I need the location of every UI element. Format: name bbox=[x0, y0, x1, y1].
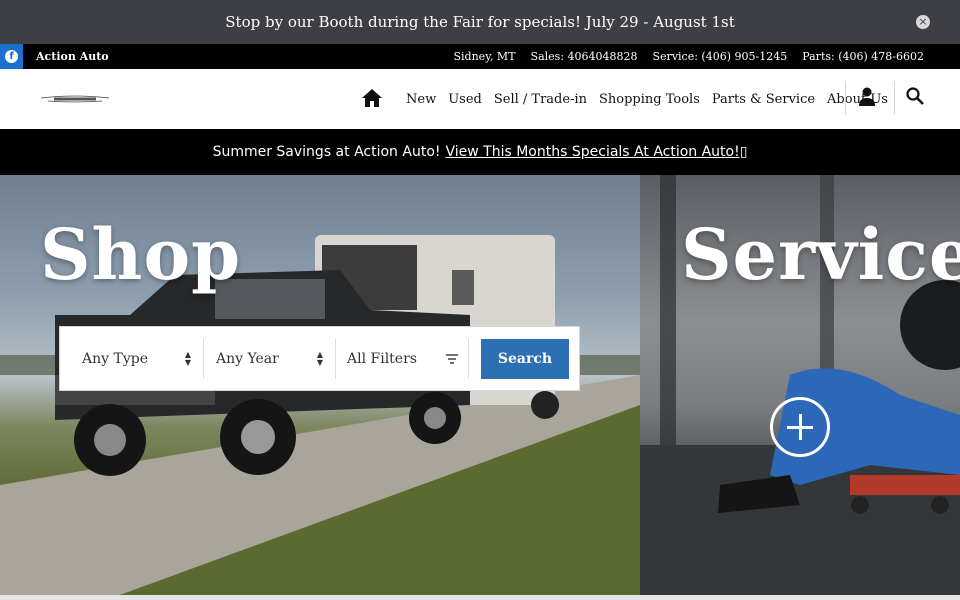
nav-links: New Used Sell / Trade-in Shopping Tools … bbox=[406, 69, 900, 129]
sales-phone[interactable]: Sales: 4064048828 bbox=[531, 50, 638, 63]
facebook-link[interactable]: f bbox=[0, 44, 23, 69]
bottom-strip bbox=[0, 595, 960, 600]
main-nav: New Used Sell / Trade-in Shopping Tools … bbox=[0, 69, 960, 129]
chevron-updown-icon: ▲ ▼ bbox=[316, 349, 323, 367]
user-icon[interactable] bbox=[858, 87, 876, 107]
chrysler-logo[interactable] bbox=[40, 95, 110, 103]
nav-new[interactable]: New bbox=[406, 92, 436, 107]
promo-bar: Summer Savings at Action Auto! View This… bbox=[0, 129, 960, 175]
nav-used[interactable]: Used bbox=[448, 92, 482, 107]
filter-icon bbox=[446, 353, 458, 364]
close-icon[interactable]: × bbox=[916, 15, 930, 29]
dealer-name[interactable]: Action Auto bbox=[36, 50, 109, 63]
dealer-location[interactable]: Sidney, MT bbox=[454, 50, 516, 63]
nav-parts-service[interactable]: Parts & Service bbox=[712, 92, 815, 107]
nav-shopping-tools[interactable]: Shopping Tools bbox=[599, 92, 700, 107]
announcement-text: Stop by our Booth during the Fair for sp… bbox=[225, 13, 735, 31]
home-icon[interactable] bbox=[362, 89, 382, 107]
service-phone[interactable]: Service: (406) 905-1245 bbox=[653, 50, 788, 63]
shop-panel[interactable]: Shop Any Type ▲ ▼ Any Year ▲ ▼ All Filters… bbox=[0, 175, 640, 595]
service-title: Service bbox=[681, 213, 960, 296]
parts-phone[interactable]: Parts: (406) 478-6602 bbox=[802, 50, 924, 63]
vehicle-search: Any Type ▲ ▼ Any Year ▲ ▼ All Filters Sear… bbox=[59, 326, 580, 391]
contact-info: Sidney, MT Sales: 4064048828 Service: (4… bbox=[454, 50, 925, 63]
facebook-icon: f bbox=[5, 50, 18, 63]
announcement-bar: Stop by our Booth during the Fair for sp… bbox=[0, 0, 960, 44]
search-icon[interactable] bbox=[906, 87, 924, 105]
type-select-label: Any Type bbox=[82, 350, 148, 367]
plus-circle-icon[interactable] bbox=[770, 397, 830, 457]
chevron-updown-icon: ▲ ▼ bbox=[184, 349, 191, 367]
search-button[interactable]: Search bbox=[481, 339, 569, 379]
nav-divider bbox=[894, 81, 895, 115]
nav-divider bbox=[845, 81, 846, 115]
shop-title: Shop bbox=[40, 213, 242, 296]
nav-sell-trade-in[interactable]: Sell / Trade-in bbox=[494, 92, 587, 107]
service-panel[interactable]: Service bbox=[640, 175, 960, 595]
top-info-bar: f Action Auto Sidney, MT Sales: 40640488… bbox=[0, 44, 960, 69]
year-select[interactable]: Any Year ▲ ▼ bbox=[204, 338, 336, 379]
filters-button[interactable]: All Filters bbox=[336, 338, 469, 379]
filters-label: All Filters bbox=[347, 350, 417, 367]
promo-text: Summer Savings at Action Auto! bbox=[212, 144, 441, 160]
promo-specials-link[interactable]: View This Months Specials At Action Auto… bbox=[446, 144, 748, 160]
type-select[interactable]: Any Type ▲ ▼ bbox=[60, 338, 204, 379]
hero: Shop Any Type ▲ ▼ Any Year ▲ ▼ All Filters… bbox=[0, 175, 960, 595]
year-select-label: Any Year bbox=[216, 350, 279, 367]
